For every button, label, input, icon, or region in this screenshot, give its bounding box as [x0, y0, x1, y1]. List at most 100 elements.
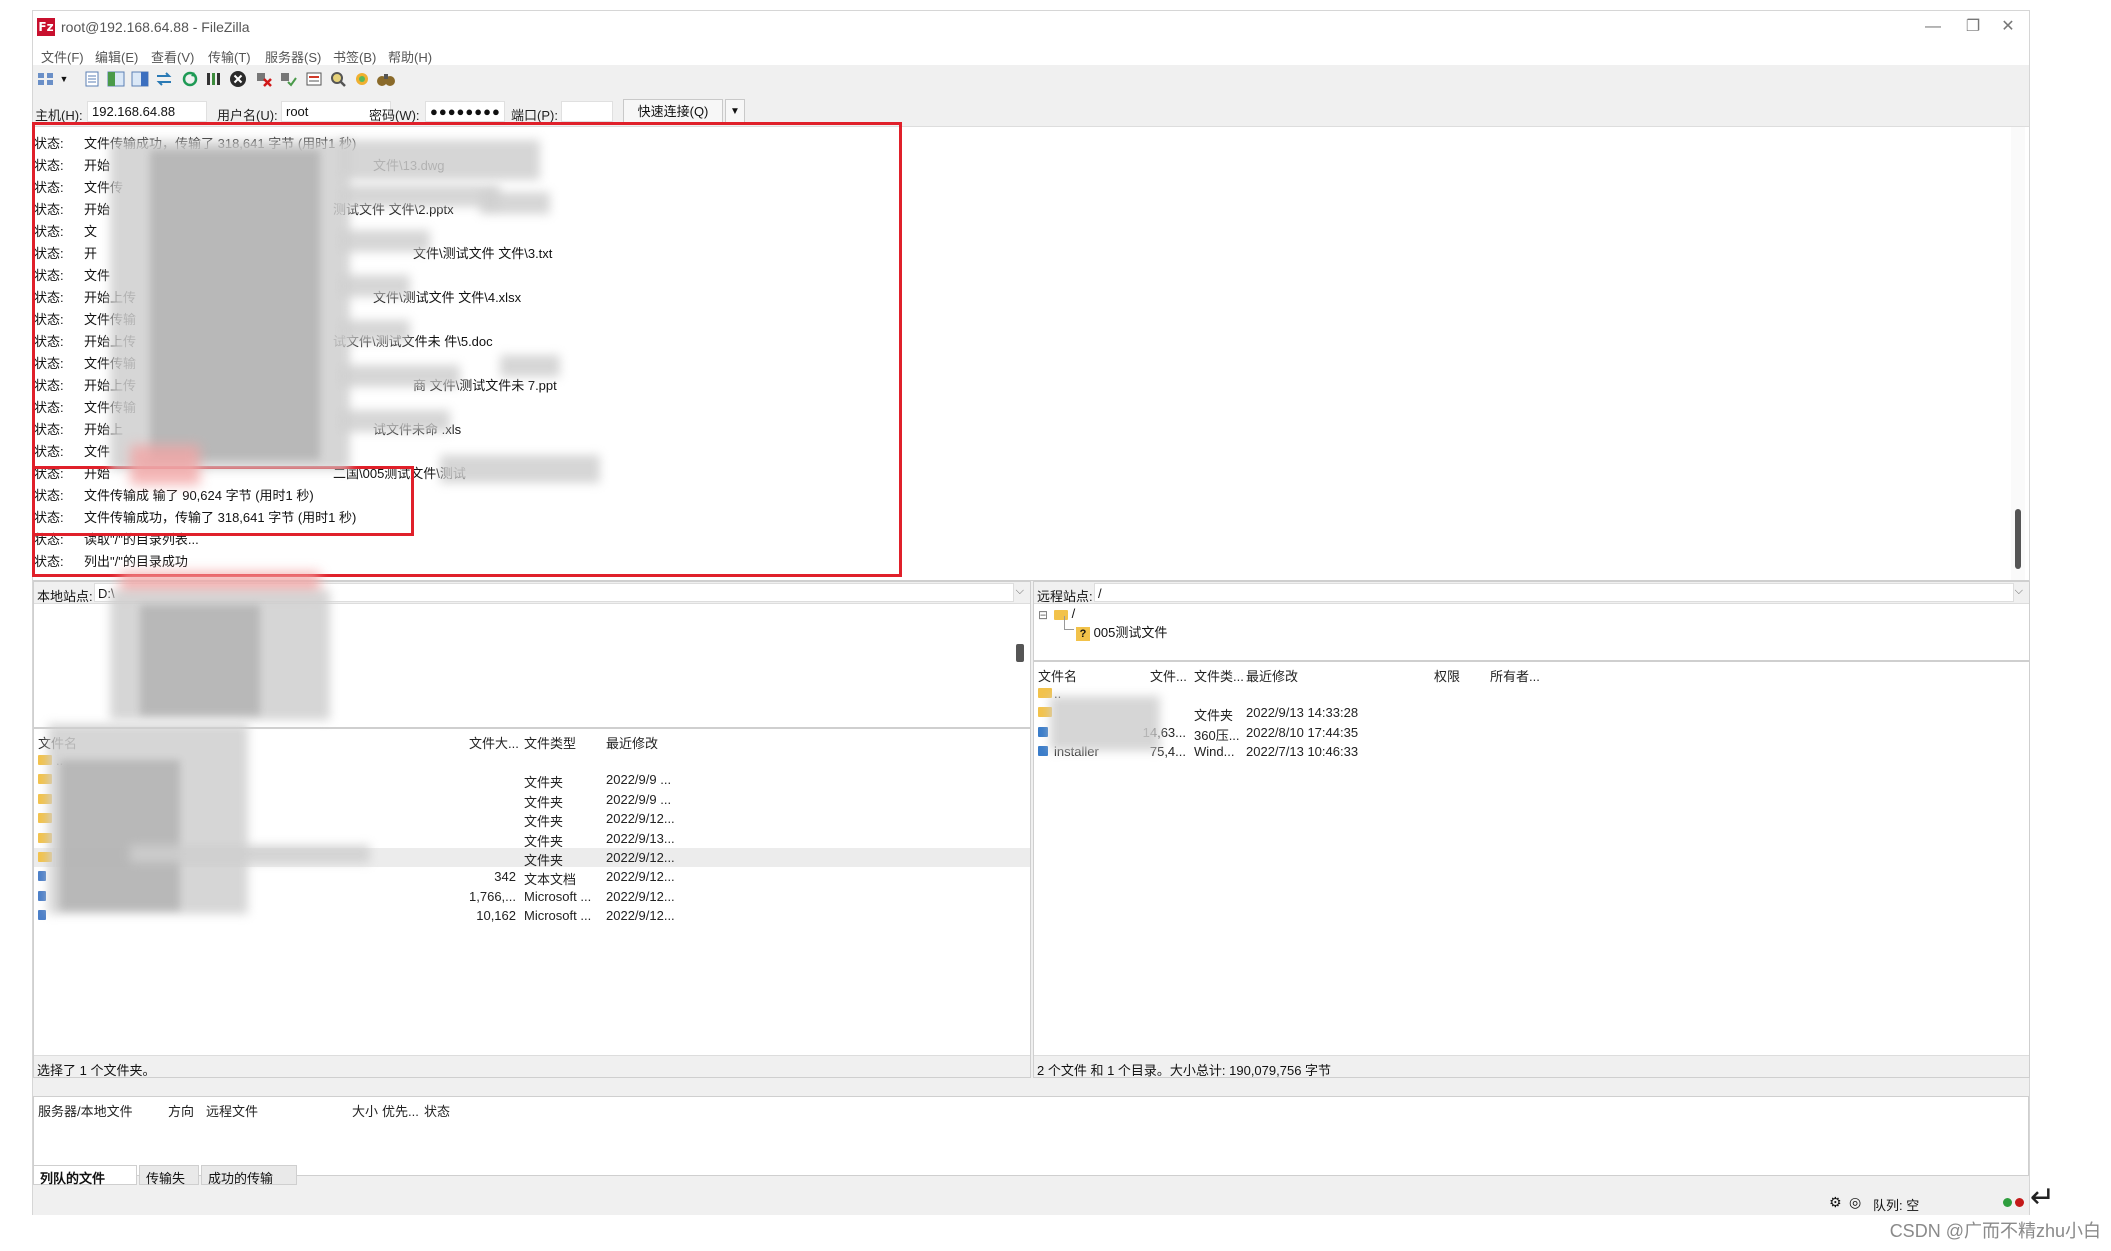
toggle-local-tree-icon[interactable]: [105, 68, 127, 90]
queue-tab[interactable]: 传输失败: [139, 1165, 199, 1205]
password-field[interactable]: ●●●●●●●●: [425, 101, 505, 122]
close-button[interactable]: ✕: [1988, 15, 2028, 39]
remote-site-label: 远程站点:: [1037, 589, 1093, 604]
remote-file-row[interactable]: 文件夹 2022/9/13 14:33:28: [1034, 703, 2029, 724]
speed-limit-icon[interactable]: ◎: [1849, 1194, 1861, 1211]
queue-column-header[interactable]: 远程文件: [206, 1101, 258, 1120]
log-scroll-thumb[interactable]: [2015, 509, 2021, 569]
local-column-header[interactable]: 文件类型: [524, 733, 576, 752]
toggle-queue-icon[interactable]: [153, 68, 175, 90]
file-type: 文件夹: [1194, 708, 1234, 724]
annotation-box-success: [32, 466, 414, 536]
blur-overlay: [340, 410, 450, 432]
queue-tab[interactable]: 列队的文件: [33, 1165, 137, 1186]
blur-overlay: [340, 365, 460, 387]
toggle-log-icon[interactable]: [81, 68, 103, 90]
quickconnect-dropdown-icon[interactable]: ▼: [725, 99, 745, 124]
file-modified: 2022/9/9 ...: [606, 772, 672, 788]
menu-view[interactable]: 查看(V): [151, 47, 194, 66]
blur-overlay: [340, 275, 410, 297]
file-type: 文件夹: [524, 775, 564, 791]
watermark: CSDN @广而不精zhu小白: [1889, 1221, 2101, 1241]
remote-file-row[interactable]: ..: [1034, 684, 2029, 703]
remote-column-header[interactable]: 所有者...: [1490, 666, 1540, 685]
menu-bar: 文件(F) 编辑(E) 查看(V) 传输(T) 服务器(S) 书签(B) 帮助(…: [33, 45, 2029, 65]
remote-column-header[interactable]: 文件类...: [1194, 666, 1244, 685]
status-bar: ⚙ ◎ 队列: 空: [33, 1189, 2029, 1215]
file-modified: 2022/9/12...: [606, 869, 675, 885]
file-size: 10,162: [476, 908, 516, 924]
menu-transfer[interactable]: 传输(T): [208, 47, 251, 66]
local-column-header[interactable]: 最近修改: [606, 733, 658, 752]
menu-edit[interactable]: 编辑(E): [95, 47, 138, 66]
file-type: 文件夹: [524, 794, 564, 810]
file-type: Microsoft ...: [524, 908, 592, 924]
title-bar: Fz root@192.168.64.88 - FileZilla — ❐ ✕: [33, 11, 2029, 45]
menu-file[interactable]: 文件(F): [41, 47, 84, 66]
site-manager-dropdown-icon[interactable]: ▼: [57, 68, 71, 90]
menu-bookmarks[interactable]: 书签(B): [333, 47, 376, 66]
queue-tab[interactable]: 成功的传输 (39): [201, 1165, 297, 1202]
blur-overlay: [1050, 696, 1160, 751]
upload-led-icon: [2003, 1198, 2012, 1207]
reconnect-icon[interactable]: [277, 68, 299, 90]
queue-column-header[interactable]: 大小: [352, 1101, 378, 1120]
blur-overlay: [340, 230, 430, 252]
cancel-icon[interactable]: [227, 68, 249, 90]
file-icon: [1038, 726, 1048, 737]
filter-icon[interactable]: [303, 68, 325, 90]
toggle-remote-tree-icon[interactable]: [129, 68, 151, 90]
remote-file-row[interactable]: installer 75,4... Wind... 2022/7/13 10:46:3…: [1034, 742, 2029, 761]
blur-overlay: [130, 445, 200, 485]
refresh-icon[interactable]: [179, 68, 201, 90]
compare-icon[interactable]: [327, 68, 349, 90]
blur-overlay: [340, 320, 410, 342]
remote-column-header[interactable]: 文件...: [1150, 666, 1187, 685]
local-tree-scroll-thumb[interactable]: [1016, 644, 1024, 662]
blur-overlay: [500, 355, 560, 377]
blur-overlay: [150, 150, 320, 460]
filezilla-app-icon: Fz: [37, 18, 55, 36]
queue-column-header[interactable]: 优先...: [382, 1101, 419, 1120]
local-site-label: 本地站点:: [37, 589, 93, 604]
gear-icon[interactable]: ⚙: [1829, 1194, 1842, 1211]
local-column-header[interactable]: 文件大...: [469, 733, 519, 752]
tree-node-label: 005测试文件: [1093, 625, 1168, 640]
menu-server[interactable]: 服务器(S): [265, 47, 321, 66]
blur-overlay: [340, 185, 500, 207]
tree-node-005[interactable]: ? 005测试文件: [1076, 622, 1167, 641]
queue-column-header[interactable]: 服务器/本地文件: [38, 1101, 133, 1120]
quickconnect-button[interactable]: 快速连接(Q): [623, 99, 723, 124]
queue-column-header[interactable]: 状态: [424, 1101, 450, 1120]
remote-file-row[interactable]: 14,63... 360压... 2022/8/10 17:44:35: [1034, 723, 2029, 743]
blur-overlay: [60, 760, 180, 910]
local-path-dropdown-icon[interactable]: ⌵: [1016, 585, 1024, 598]
site-manager-icon[interactable]: [35, 68, 57, 90]
remote-column-header[interactable]: 最近修改: [1246, 666, 1298, 685]
file-modified: 2022/9/12...: [606, 811, 675, 827]
remote-status: 2 个文件 和 1 个目录。大小总计: 190,079,756 字节: [1034, 1055, 2029, 1078]
queue-column-header[interactable]: 方向: [168, 1101, 194, 1120]
sync-browse-icon[interactable]: [351, 68, 373, 90]
blur-overlay: [140, 605, 260, 715]
remote-file-list: 文件名 文件... 文件类... 最近修改 权限 所有者... .. 文件夹 2022/9/1…: [1033, 661, 2030, 1078]
port-field[interactable]: [561, 101, 613, 122]
tree-connector: [1064, 616, 1065, 630]
tree-collapse-icon[interactable]: ⊟: [1038, 608, 1048, 622]
remote-site-path[interactable]: /: [1094, 583, 2014, 602]
menu-help[interactable]: 帮助(H): [388, 47, 432, 66]
download-led-icon: [2015, 1198, 2024, 1207]
local-status: 选择了 1 个文件夹。: [34, 1055, 1030, 1078]
file-icon: [38, 890, 46, 901]
host-field[interactable]: 192.168.64.88: [87, 101, 207, 122]
remote-path-dropdown-icon[interactable]: ⌵: [2015, 585, 2023, 598]
remote-column-header[interactable]: 权限: [1434, 666, 1460, 685]
file-modified: 2022/9/13 14:33:28: [1246, 705, 1359, 721]
minimize-button[interactable]: —: [1913, 15, 1953, 39]
remote-column-header[interactable]: 文件名: [1038, 666, 1077, 685]
restore-button[interactable]: ❐: [1953, 15, 1993, 39]
search-icon[interactable]: [375, 68, 397, 90]
process-queue-icon[interactable]: [203, 68, 225, 90]
disconnect-icon[interactable]: [253, 68, 275, 90]
file-type: 文件夹: [524, 814, 564, 830]
